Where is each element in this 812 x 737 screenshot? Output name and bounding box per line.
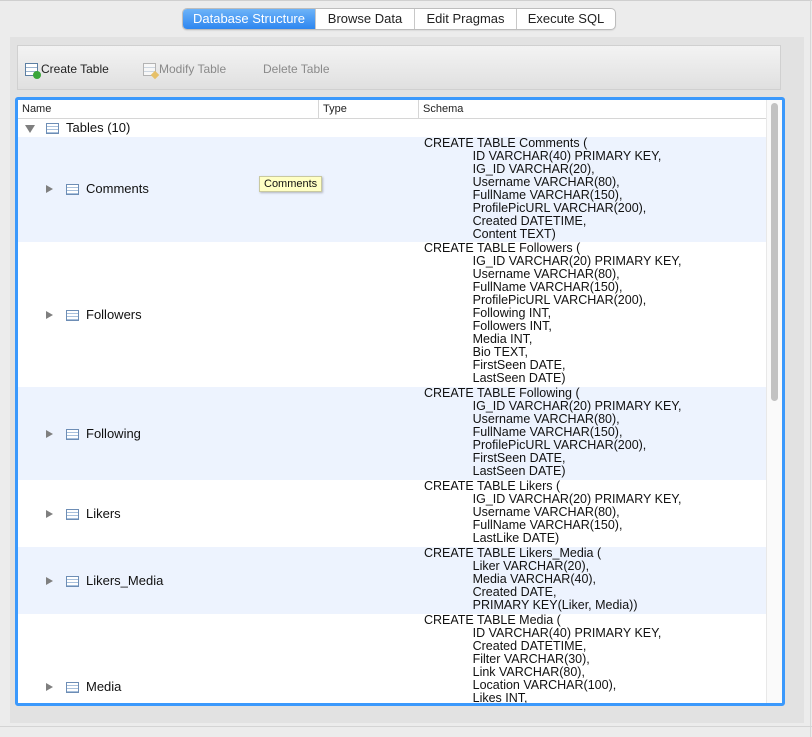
- table-schema: CREATE TABLE Media ( ID VARCHAR(40) PRIM…: [424, 613, 662, 705]
- table-row[interactable]: Following CREATE TABLE Following ( IG_ID…: [18, 387, 767, 480]
- delete-table-button[interactable]: Delete Table: [263, 61, 330, 77]
- table-icon: [66, 310, 79, 321]
- column-header-name[interactable]: Name: [18, 100, 319, 118]
- table-row[interactable]: Likers_Media CREATE TABLE Likers_Media (…: [18, 547, 767, 614]
- table-row[interactable]: Media CREATE TABLE Media ( ID VARCHAR(40…: [18, 613, 767, 705]
- table-icon: [66, 429, 79, 440]
- tree-row-tables-root[interactable]: Tables (10): [18, 119, 767, 137]
- column-header: Name Type Schema: [18, 100, 767, 119]
- table-row[interactable]: Comments CREATE TABLE Comments ( ID VARC…: [18, 137, 767, 242]
- schema-tree-view[interactable]: Name Type Schema Tables (10) Comments CR…: [15, 97, 785, 706]
- column-header-type[interactable]: Type: [319, 100, 419, 118]
- column-header-schema[interactable]: Schema: [419, 100, 767, 118]
- table-icon: [66, 682, 79, 693]
- table-name: Likers_Media: [86, 573, 164, 588]
- delete-table-label: Delete Table: [263, 62, 330, 76]
- table-schema: CREATE TABLE Likers_Media ( Liker VARCHA…: [424, 546, 638, 612]
- disclosure-collapsed-icon[interactable]: [46, 185, 53, 193]
- table-name: Comments: [86, 181, 149, 196]
- modify-table-label: Modify Table: [159, 62, 227, 76]
- tab-bar: Database Structure Browse Data Edit Prag…: [182, 8, 616, 30]
- create-table-label: Create Table: [41, 62, 109, 76]
- table-name: Media: [86, 679, 122, 694]
- vertical-scrollbar[interactable]: [766, 100, 782, 703]
- table-group-icon: [46, 123, 59, 134]
- create-table-icon: [25, 62, 41, 79]
- table-name: Followers: [86, 307, 142, 322]
- table-schema: CREATE TABLE Following ( IG_ID VARCHAR(2…: [424, 386, 682, 478]
- create-table-button[interactable]: Create Table: [25, 61, 109, 79]
- disclosure-collapsed-icon[interactable]: [46, 311, 53, 319]
- window-top-border: [0, 0, 812, 1]
- toolbar: Create Table Modify Table Delete Table: [17, 45, 781, 90]
- table-schema: CREATE TABLE Likers ( IG_ID VARCHAR(20) …: [424, 479, 682, 545]
- tab-browse-data[interactable]: Browse Data: [316, 9, 415, 29]
- row-tooltip: Comments: [259, 176, 323, 192]
- table-icon: [66, 509, 79, 520]
- disclosure-collapsed-icon[interactable]: [46, 683, 53, 691]
- tab-database-structure[interactable]: Database Structure: [183, 9, 316, 29]
- scrollbar-thumb[interactable]: [771, 103, 778, 401]
- table-schema: CREATE TABLE Followers ( IG_ID VARCHAR(2…: [424, 241, 682, 385]
- disclosure-collapsed-icon[interactable]: [46, 430, 53, 438]
- table-icon: [66, 576, 79, 587]
- table-row[interactable]: Followers CREATE TABLE Followers ( IG_ID…: [18, 242, 767, 387]
- window-bottom-border: [0, 726, 812, 727]
- tab-execute-sql[interactable]: Execute SQL: [517, 9, 615, 29]
- disclosure-collapsed-icon[interactable]: [46, 577, 53, 585]
- disclosure-expanded-icon[interactable]: [25, 125, 35, 133]
- modify-table-button[interactable]: Modify Table: [143, 61, 226, 77]
- tables-root-label: Tables (10): [66, 120, 131, 135]
- tab-edit-pragmas[interactable]: Edit Pragmas: [415, 9, 517, 29]
- table-schema: CREATE TABLE Comments ( ID VARCHAR(40) P…: [424, 136, 662, 241]
- disclosure-collapsed-icon[interactable]: [46, 510, 53, 518]
- table-name: Following: [86, 426, 141, 441]
- table-icon: [66, 184, 79, 195]
- table-name: Likers: [86, 506, 121, 521]
- window-right-border: [810, 0, 811, 737]
- modify-table-icon: [143, 62, 156, 76]
- table-row[interactable]: Likers CREATE TABLE Likers ( IG_ID VARCH…: [18, 480, 767, 547]
